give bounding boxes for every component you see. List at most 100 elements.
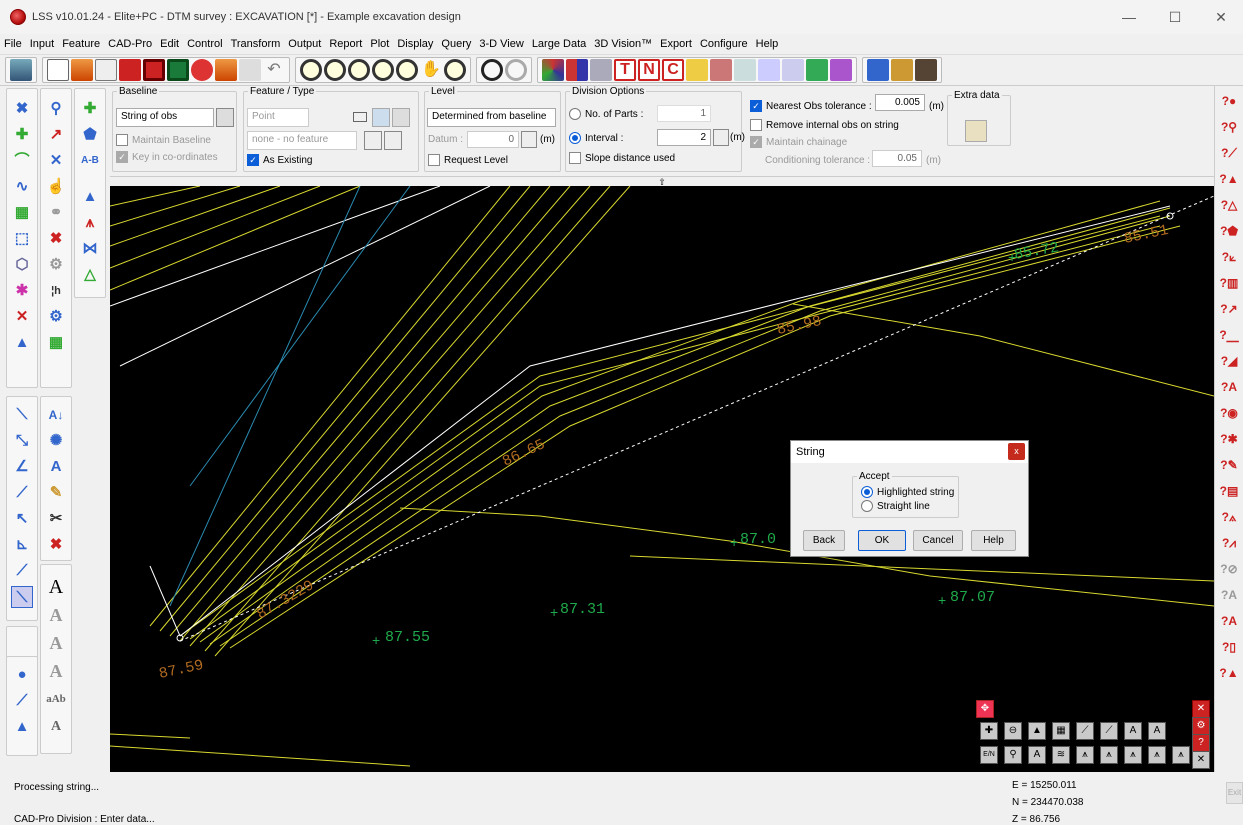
panel-grid-icon[interactable]: ▦ (1052, 722, 1070, 740)
panel-contour-icon[interactable]: ≋ (1052, 746, 1070, 764)
zoom-in-icon[interactable] (348, 59, 370, 81)
datum-input[interactable]: 0 (467, 131, 519, 148)
undo-disk-icon[interactable] (191, 59, 213, 81)
no-of-parts-input[interactable]: 1 (657, 105, 711, 122)
query-label-arrow-icon[interactable]: ?A (1218, 610, 1240, 632)
back-button[interactable]: Back (803, 530, 845, 551)
menu-export[interactable]: Export (656, 38, 696, 50)
remove-internal-obs-checkbox[interactable]: Remove internal obs on string (750, 119, 899, 131)
menu-display[interactable]: Display (393, 38, 437, 50)
offset-tool-icon[interactable]: ⟋ (11, 482, 33, 504)
menu-feature[interactable]: Feature (58, 38, 104, 50)
find-next-icon[interactable] (505, 59, 527, 81)
extra-data-icon[interactable] (965, 120, 987, 142)
pointer-tool-icon[interactable]: ☝ (45, 176, 67, 198)
as-existing-checkbox[interactable]: ✓ As Existing (247, 154, 312, 166)
move-panel-icon[interactable]: ✥ (976, 700, 994, 718)
menu-plot[interactable]: Plot (366, 38, 393, 50)
query-slope-icon[interactable]: ?▲ (1218, 168, 1240, 190)
menu-cad-pro[interactable]: CAD-Pro (104, 38, 156, 50)
menu-input[interactable]: Input (26, 38, 58, 50)
ab-tool-icon[interactable]: A-B (79, 150, 101, 172)
string-info-icon[interactable]: ⟋ (11, 690, 33, 712)
panel-circle-icon[interactable]: ⊖ (1004, 722, 1022, 740)
slope-distance-checkbox[interactable]: Slope distance used (569, 152, 675, 164)
text-triangle-icon[interactable]: A (45, 456, 67, 478)
panel-curve-icon[interactable]: ⟋ (1100, 722, 1118, 740)
query-line-icon[interactable]: ?⟋ (1218, 142, 1240, 164)
north-tool-icon[interactable]: ⚙ (45, 306, 67, 328)
nearest-obs-checkbox[interactable]: ✓ Nearest Obs tolerance : (750, 100, 872, 112)
grid-tool-icon[interactable]: ▦ (11, 202, 33, 224)
ev-icon[interactable] (95, 59, 117, 81)
tin-tool-icon[interactable]: ▲ (79, 186, 101, 208)
intersect-tool-icon[interactable]: ✕ (45, 150, 67, 172)
close-panel-icon[interactable]: ✕ (1192, 700, 1210, 718)
text-spacing-icon[interactable]: aAb (45, 688, 67, 710)
find-icon[interactable] (481, 59, 503, 81)
text-move-icon[interactable]: A (45, 604, 67, 626)
save-icon[interactable] (143, 59, 165, 81)
drawing-canvas[interactable]: 85.51 85.98 86.65 87.59 87.3229 85.72 87… (110, 186, 1214, 772)
menu-report[interactable]: Report (325, 38, 366, 50)
zoom-window-icon[interactable] (300, 59, 322, 81)
panel-tin-5-icon[interactable]: ⩚ (1172, 746, 1190, 764)
star-tool-icon[interactable]: ✱ (11, 280, 33, 302)
network-tool-icon[interactable]: ⋈ (79, 238, 101, 260)
text-delete-icon[interactable]: ✖ (45, 534, 67, 556)
configure-icon[interactable] (830, 59, 852, 81)
database-icon[interactable] (590, 59, 612, 81)
feature-list-icon[interactable] (392, 108, 410, 127)
maintain-baseline-checkbox[interactable]: Maintain Baseline (116, 134, 211, 146)
display-settings-icon[interactable] (542, 59, 564, 81)
text-icon[interactable]: A (45, 576, 67, 598)
line-point-tool-icon[interactable]: ⤡ (11, 430, 33, 452)
text-rotate-icon[interactable]: A (45, 632, 67, 654)
cross-tool-icon[interactable]: ✖ (11, 98, 33, 120)
help-button[interactable]: Help (971, 530, 1016, 551)
panel-line-icon[interactable]: ⟋ (1076, 722, 1094, 740)
window-tool-icon[interactable]: ⬚ (11, 228, 33, 250)
collapse-ribbon-button[interactable]: ⇧ (110, 176, 1214, 187)
delete-tool-icon[interactable]: ✕ (11, 306, 33, 328)
panel-text-icon[interactable]: A (1148, 722, 1166, 740)
edit-text-icon[interactable]: ✎ (45, 482, 67, 504)
query-xyz-icon[interactable]: ?⚲ (1218, 116, 1240, 138)
level-select[interactable]: Determined from baseline (427, 108, 556, 127)
save-as-icon[interactable] (167, 59, 189, 81)
tripod-tool-icon[interactable]: ⩚ (79, 212, 101, 234)
panel-help-icon[interactable]: ? (1192, 734, 1210, 752)
tutorial-icon[interactable] (915, 59, 937, 81)
point-type-select[interactable]: Point (247, 108, 309, 127)
zoom-all-icon[interactable] (396, 59, 418, 81)
n-mode-icon[interactable]: N (638, 59, 660, 81)
minimize-button[interactable]: — (1106, 0, 1152, 34)
zoom-previous-icon[interactable] (324, 59, 346, 81)
query-arrow-icon[interactable]: ?↗ (1218, 298, 1240, 320)
open-file-icon[interactable] (71, 59, 93, 81)
ok-button[interactable]: OK (858, 530, 906, 551)
request-level-checkbox[interactable]: Request Level (428, 154, 508, 166)
panel-tin-3-icon[interactable]: ⩚ (1124, 746, 1142, 764)
panel-settings-icon[interactable]: ⚙ (1192, 717, 1210, 735)
restore-icon[interactable] (215, 59, 237, 81)
strings-icon[interactable] (782, 59, 804, 81)
link-tool-icon[interactable]: ⚭ (45, 202, 67, 224)
menu-query[interactable]: Query (437, 38, 475, 50)
zoom-extents-icon[interactable] (444, 59, 466, 81)
query-star-icon[interactable]: ?✱ (1218, 428, 1240, 450)
query-area-icon[interactable]: ?◢ (1218, 350, 1240, 372)
baseline-select[interactable]: String of obs (116, 108, 214, 127)
header-footer-icon[interactable]: A (45, 716, 67, 738)
panel-remove-icon[interactable]: ✕ (1192, 751, 1210, 769)
traverse-tool-icon[interactable]: ✚ (79, 98, 101, 120)
undo-icon[interactable]: ↶ (263, 59, 285, 81)
close-window-button[interactable]: ✕ (1198, 0, 1243, 34)
query-label-icon[interactable]: ?A (1218, 584, 1240, 606)
layers-icon[interactable] (566, 59, 588, 81)
t-mode-icon[interactable]: T (614, 59, 636, 81)
report-icon[interactable] (710, 59, 732, 81)
station-tool-icon[interactable]: ⚲ (45, 98, 67, 120)
query-edit-icon[interactable]: ?✎ (1218, 454, 1240, 476)
dialog-close-button[interactable]: x (1008, 443, 1025, 460)
